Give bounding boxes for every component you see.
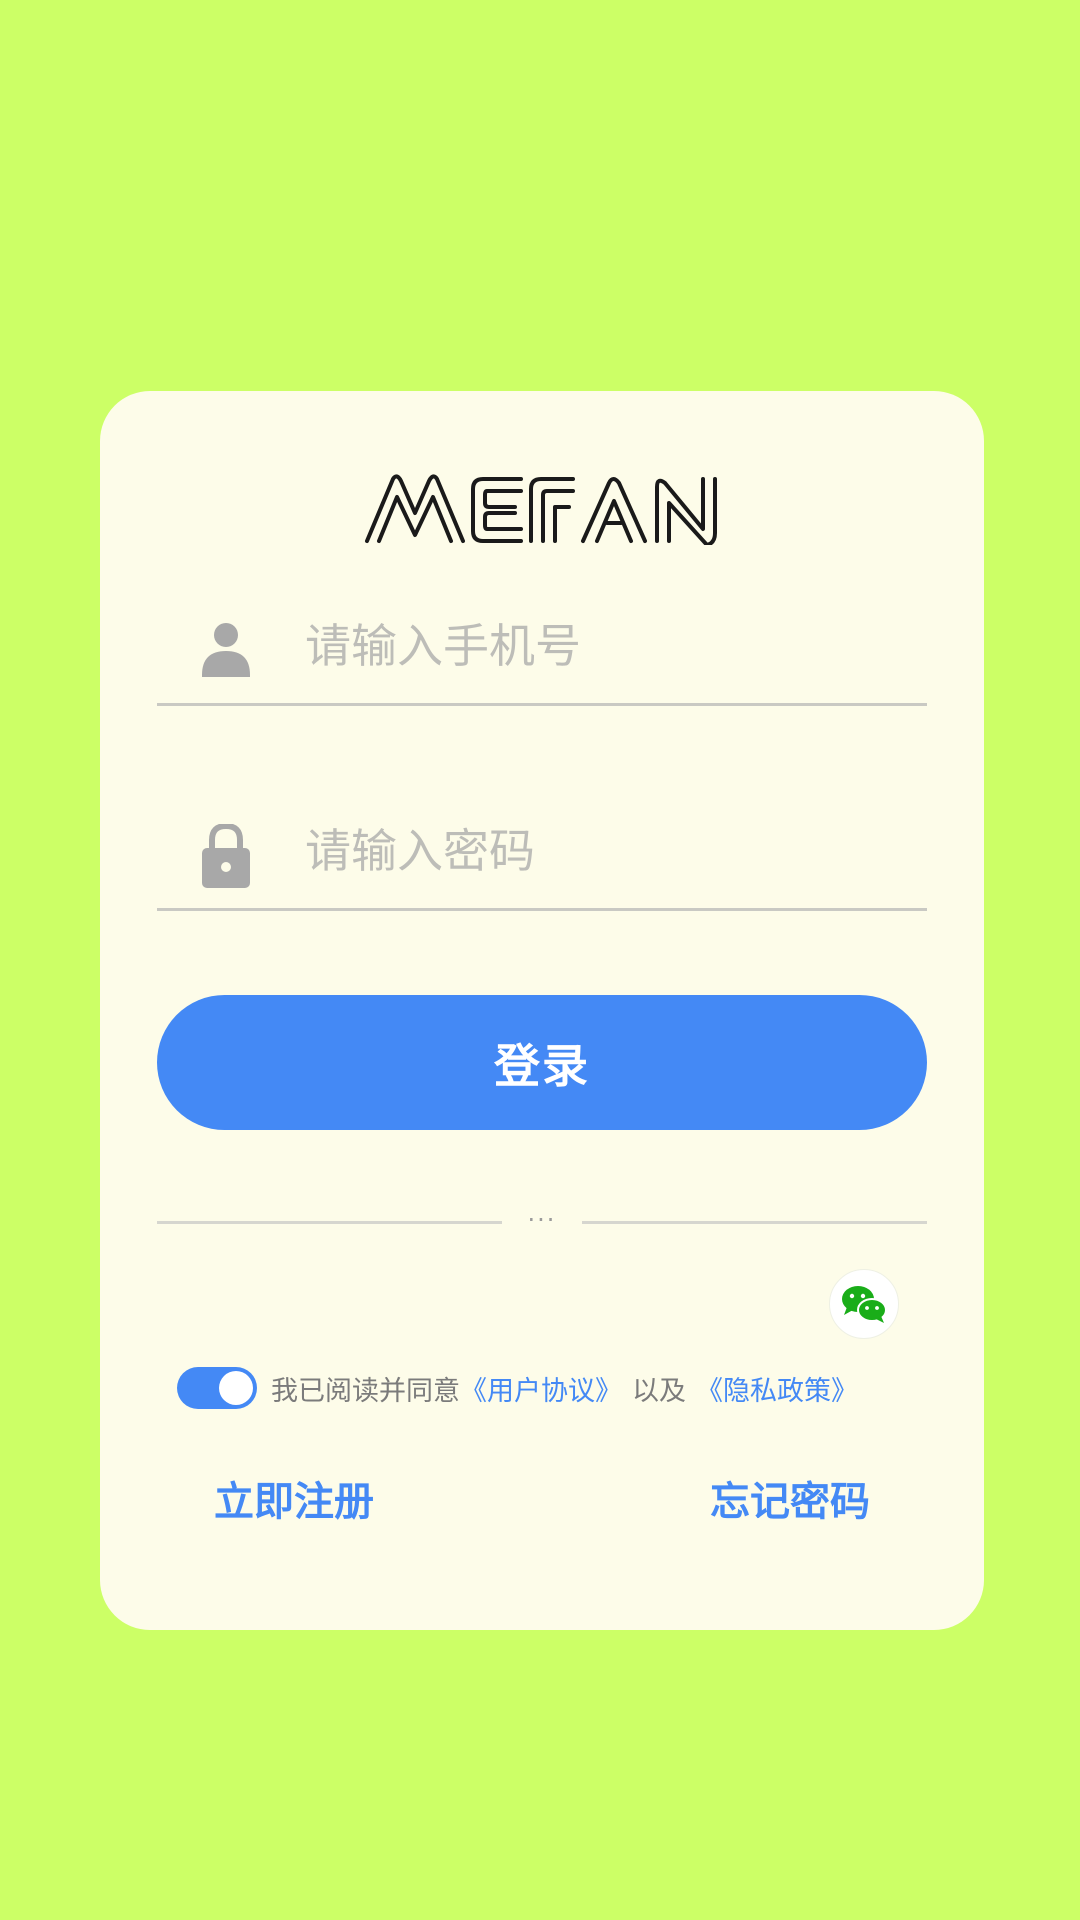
agreement-text: 我已阅读并同意 bbox=[271, 1375, 460, 1407]
divider-line-right bbox=[582, 1221, 927, 1224]
login-button[interactable]: 登录 bbox=[157, 995, 927, 1130]
login-card: 登录 ··· 我已阅读并同意 《用户协议》 以及 《隐私政策》 bbox=[100, 391, 984, 1630]
password-input[interactable] bbox=[305, 816, 905, 886]
privacy-policy-link[interactable]: 《隐私政策》 bbox=[696, 1369, 858, 1408]
lock-icon bbox=[202, 824, 250, 888]
password-field bbox=[157, 786, 927, 911]
forgot-password-link[interactable]: 忘记密码 bbox=[710, 1469, 870, 1527]
toggle-knob bbox=[219, 1371, 253, 1405]
divider-line-left bbox=[157, 1221, 502, 1224]
user-icon bbox=[202, 623, 250, 677]
wechat-icon bbox=[842, 1286, 887, 1323]
agreement-separator: 以及 bbox=[632, 1375, 686, 1407]
app-logo bbox=[365, 474, 717, 545]
divider-dots: ··· bbox=[527, 1206, 557, 1234]
register-link[interactable]: 立即注册 bbox=[214, 1469, 374, 1527]
wechat-login-button[interactable] bbox=[829, 1269, 899, 1339]
agreement-toggle[interactable] bbox=[177, 1367, 257, 1409]
phone-input[interactable] bbox=[305, 611, 905, 681]
login-page: 登录 ··· 我已阅读并同意 《用户协议》 以及 《隐私政策》 bbox=[0, 0, 1080, 1920]
agreement-row: 我已阅读并同意 《用户协议》 以及 《隐私政策》 bbox=[177, 1366, 858, 1410]
phone-field bbox=[157, 581, 927, 706]
user-agreement-link[interactable]: 《用户协议》 bbox=[460, 1369, 622, 1408]
